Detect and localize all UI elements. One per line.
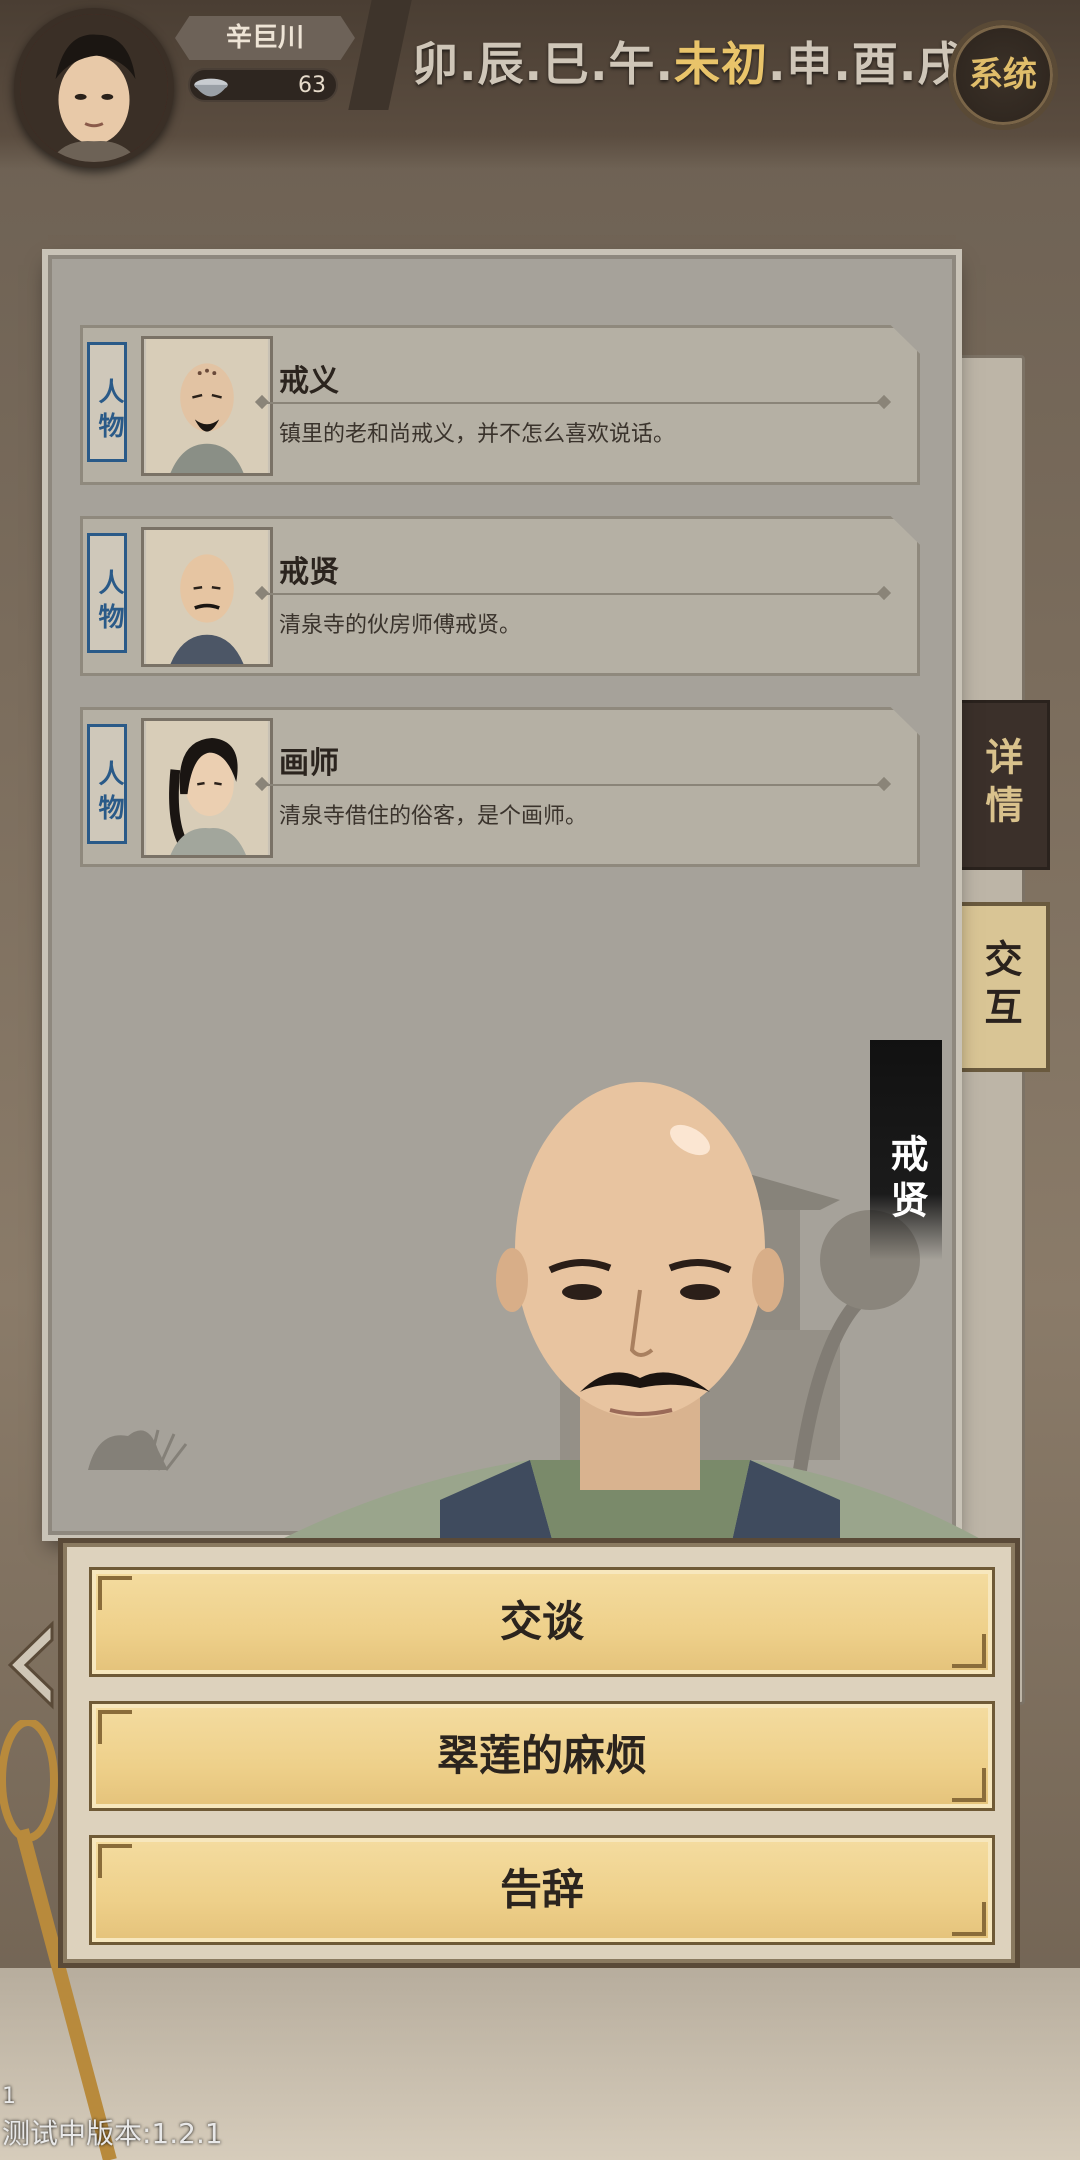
time-sep: .: [655, 37, 674, 91]
dialog-options-panel: 交谈 翠莲的麻烦 告辞: [58, 1538, 1020, 1968]
tab-detail[interactable]: 详情: [958, 700, 1050, 870]
time-of-day-bar: 卯.辰.巳.午.未初.申.酉.戌: [412, 34, 964, 94]
npc-description: 清泉寺借住的俗客，是个画师。: [279, 804, 588, 829]
talk-button[interactable]: 交谈: [89, 1567, 995, 1677]
system-button[interactable]: 系统: [948, 20, 1058, 130]
npc-type-tag: 人物: [87, 533, 127, 653]
time-slot: 巳: [542, 37, 590, 91]
time-slot: 卯: [412, 37, 459, 91]
time-sep: .: [833, 37, 852, 91]
player-portrait-icon: [20, 14, 168, 162]
back-arrow-icon[interactable]: [0, 1620, 60, 1710]
npc-type-tag: 人物: [87, 342, 127, 462]
leave-button[interactable]: 告辞: [89, 1835, 995, 1945]
time-sep: .: [898, 37, 918, 91]
bowl-icon: [194, 78, 228, 97]
npc-type-tag: 人物: [87, 724, 127, 844]
old-monk-portrait-icon: [146, 339, 268, 473]
top-hud: 辛巨川 63 卯.辰.巳.午.未初.申.酉.戌 系统: [0, 0, 1080, 170]
npc-card[interactable]: 人物 画师 清泉寺借住的俗客，是个画师。: [80, 707, 920, 867]
npc-card[interactable]: 人物 戒义 镇里的老和尚戒义，并不怎么喜欢说话。: [80, 325, 920, 485]
npc-description: 清泉寺的伙房师傅戒贤。: [279, 613, 522, 638]
player-avatar[interactable]: [14, 8, 174, 168]
player-name: 辛巨川: [175, 16, 355, 60]
npc-name: 戒贤: [279, 555, 339, 590]
time-slot: 午: [608, 37, 656, 91]
npc-description: 镇里的老和尚戒义，并不怎么喜欢说话。: [279, 422, 676, 447]
cuilian-trouble-button[interactable]: 翠莲的麻烦: [89, 1701, 995, 1811]
painter-portrait-icon: [146, 721, 268, 855]
npc-name: 画师: [279, 746, 339, 781]
divider: [263, 784, 883, 786]
time-slot: 酉: [851, 37, 899, 91]
coin-count: 63: [298, 73, 326, 98]
divider: [263, 402, 883, 404]
rock-grass-decoration: [88, 1429, 188, 1471]
build-number: 1: [2, 2084, 16, 2109]
cook-monk-portrait-icon: [146, 530, 268, 664]
npc-portrait: [141, 527, 273, 667]
time-sep: .: [459, 37, 478, 91]
time-slot: 辰: [477, 37, 525, 91]
hud-divider: [348, 0, 412, 110]
current-time-slot: 未初: [673, 37, 768, 91]
time-slot: 申: [786, 37, 834, 91]
time-sep: .: [524, 37, 543, 91]
npc-card[interactable]: 人物 戒贤 清泉寺的伙房师傅戒贤。: [80, 516, 920, 676]
divider: [263, 593, 883, 595]
coin-bar: 63: [188, 68, 338, 102]
npc-portrait: [141, 718, 273, 858]
time-sep: .: [767, 37, 787, 91]
npc-portrait: [141, 336, 273, 476]
version-label: 测试中版本:1.2.1: [2, 2117, 223, 2150]
time-sep: .: [589, 37, 609, 91]
selected-npc-name-label: 戒贤: [870, 1040, 942, 1260]
tab-interact[interactable]: 交互: [958, 902, 1050, 1072]
npc-name: 戒义: [279, 364, 339, 399]
